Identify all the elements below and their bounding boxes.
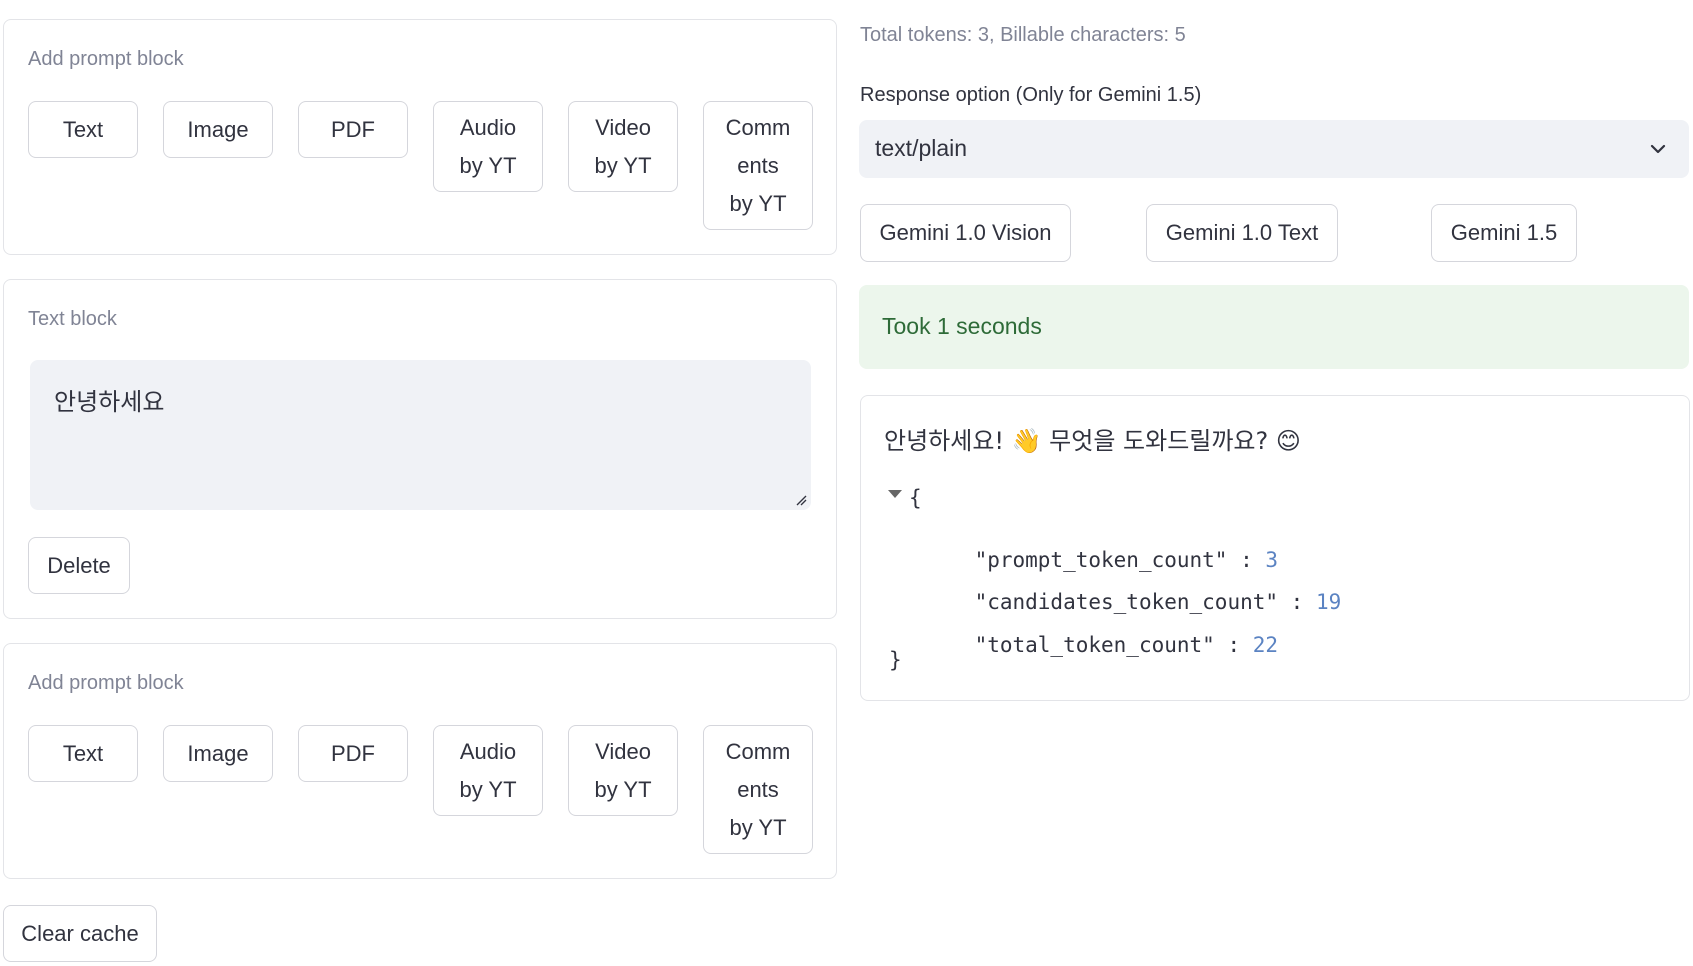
- add-pdf-button-2[interactable]: PDF: [298, 725, 408, 782]
- chevron-down-icon: [1650, 144, 1666, 154]
- json-key: "total_token_count": [974, 633, 1215, 657]
- add-audio-by-yt-button-2[interactable]: Audio by YT: [433, 725, 543, 816]
- video-line-1: Video: [595, 738, 651, 764]
- status-text: Took 1 seconds: [882, 313, 1042, 339]
- clear-cache-button[interactable]: Clear cache: [3, 905, 157, 962]
- resize-handle-icon[interactable]: [795, 494, 807, 506]
- audio-line-2: by YT: [459, 776, 517, 802]
- text-block-textarea[interactable]: 안녕하세요: [30, 360, 811, 510]
- video-line-2: by YT: [594, 776, 652, 802]
- audio-line-2: by YT: [459, 152, 517, 178]
- gemini-1-5-button[interactable]: Gemini 1.5: [1431, 204, 1577, 262]
- add-prompt-block-panel: Add prompt block Text Image PDF Audio by…: [3, 19, 837, 255]
- delete-button[interactable]: Delete: [28, 537, 130, 594]
- response-text: 안녕하세요! 👋 무엇을 도와드릴까요? 😊: [884, 427, 1301, 455]
- comments-line-1: Comm: [725, 738, 791, 764]
- json-close-brace: }: [889, 648, 902, 672]
- add-audio-by-yt-button[interactable]: Audio by YT: [433, 101, 543, 192]
- gemini-1-0-text-button[interactable]: Gemini 1.0 Text: [1146, 204, 1338, 262]
- text-block-value[interactable]: 안녕하세요: [54, 382, 164, 417]
- add-image-button-2[interactable]: Image: [163, 725, 273, 782]
- collapse-triangle-icon[interactable]: [888, 490, 902, 500]
- response-option-value: text/plain: [875, 135, 968, 161]
- add-text-button-2[interactable]: Text: [28, 725, 138, 782]
- text-block-caption: Text block: [28, 308, 117, 330]
- add-video-by-yt-button[interactable]: Video by YT: [568, 101, 678, 192]
- add-comments-by-yt-button-2[interactable]: Comm ents by YT: [703, 725, 813, 854]
- response-option-select[interactable]: text/plain: [859, 120, 1689, 178]
- comments-line-3: by YT: [729, 190, 787, 216]
- json-value: 19: [1315, 590, 1342, 614]
- comments-line-2: ents: [737, 152, 779, 178]
- response-panel: 안녕하세요! 👋 무엇을 도와드릴까요? 😊 { "prompt_token_c…: [860, 395, 1690, 701]
- comments-line-1: Comm: [725, 114, 791, 140]
- success-status: Took 1 seconds: [859, 285, 1689, 369]
- add-video-by-yt-button-2[interactable]: Video by YT: [568, 725, 678, 816]
- add-pdf-button[interactable]: PDF: [298, 101, 408, 158]
- audio-line-1: Audio: [459, 738, 517, 764]
- text-block-panel: Text block 안녕하세요 Delete: [3, 279, 837, 619]
- add-prompt-block-caption: Add prompt block: [28, 48, 184, 70]
- add-image-button[interactable]: Image: [163, 101, 273, 158]
- token-stats: Total tokens: 3, Billable characters: 5: [860, 24, 1186, 46]
- add-comments-by-yt-button[interactable]: Comm ents by YT: [703, 101, 813, 230]
- response-option-label: Response option (Only for Gemini 1.5): [860, 84, 1202, 106]
- add-prompt-block-caption-2: Add prompt block: [28, 672, 184, 694]
- json-open-brace: {: [909, 486, 922, 510]
- comments-line-3: by YT: [729, 814, 787, 840]
- audio-line-1: Audio: [459, 114, 517, 140]
- json-row-total-token-count: "total_token_count" : 22: [974, 633, 1279, 657]
- add-prompt-block-panel-2: Add prompt block Text Image PDF Audio by…: [3, 643, 837, 879]
- comments-line-2: ents: [737, 776, 779, 802]
- add-text-button[interactable]: Text: [28, 101, 138, 158]
- video-line-2: by YT: [594, 152, 652, 178]
- video-line-1: Video: [595, 114, 651, 140]
- json-value: 22: [1252, 633, 1279, 657]
- gemini-1-0-vision-button[interactable]: Gemini 1.0 Vision: [860, 204, 1071, 262]
